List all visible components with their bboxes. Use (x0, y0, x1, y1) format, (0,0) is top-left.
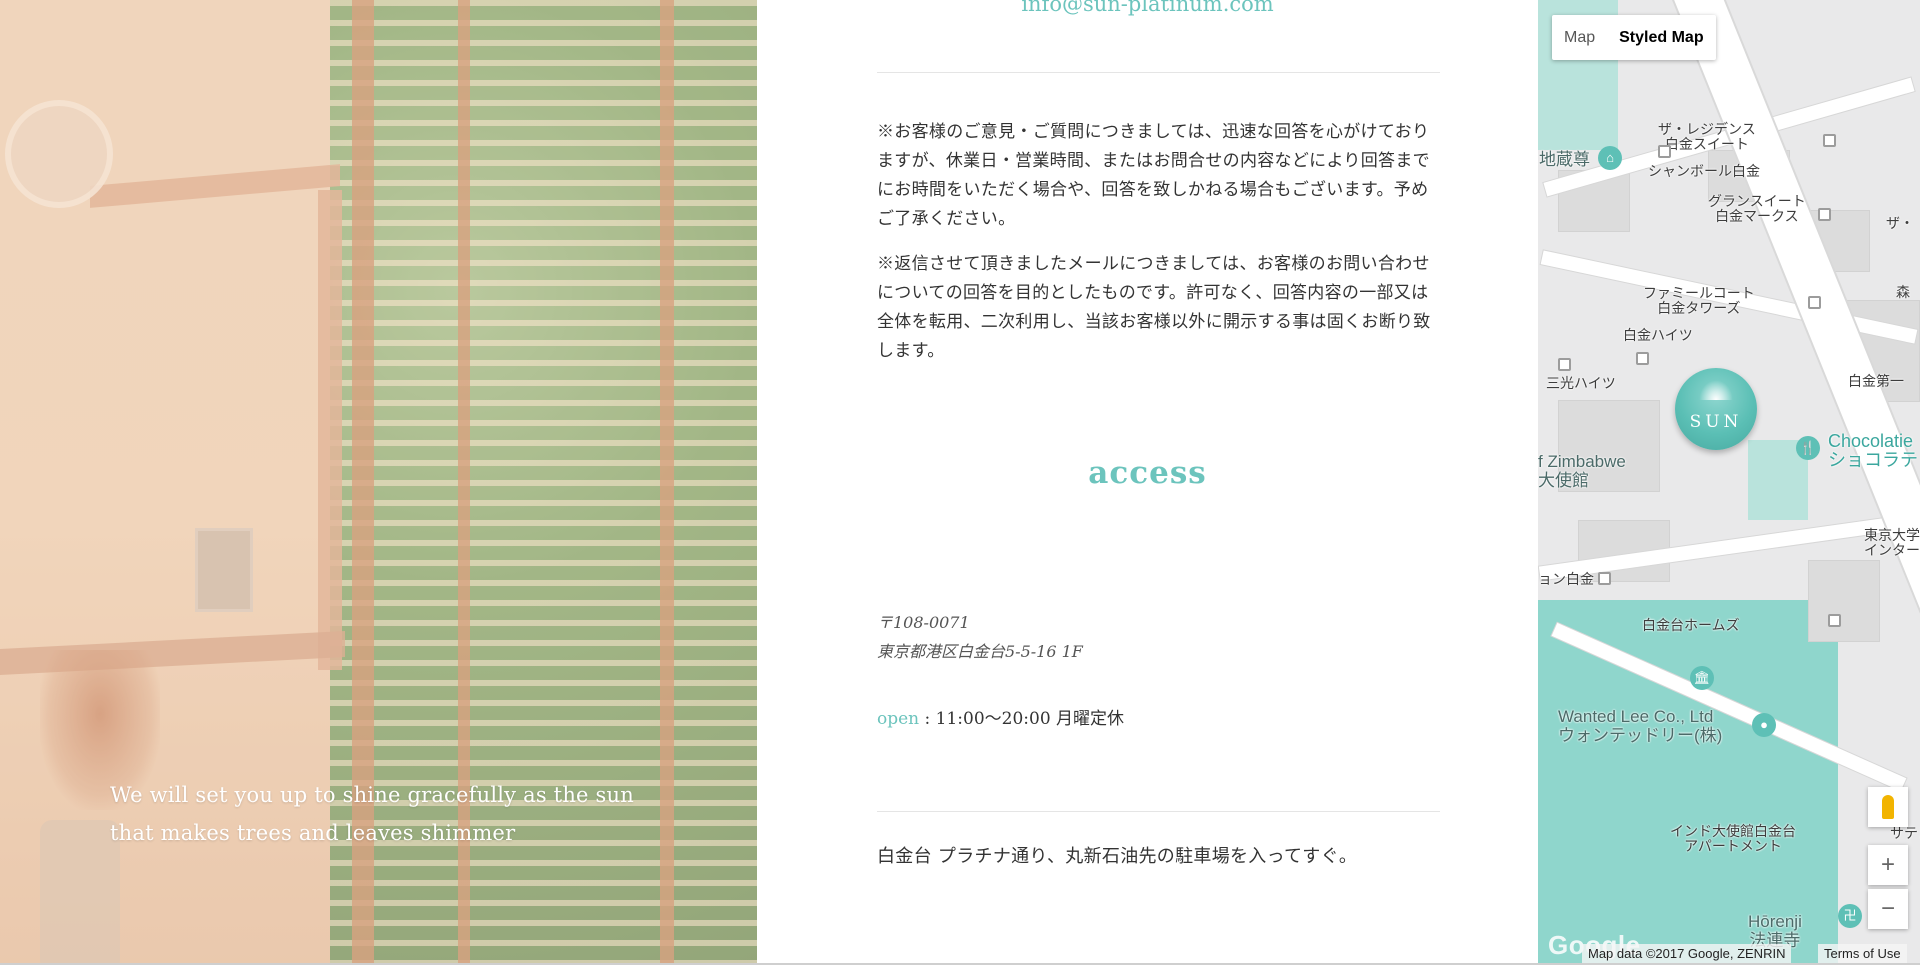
pegman-figure (1882, 795, 1894, 819)
map-poi-dot[interactable] (1636, 352, 1649, 365)
contact-notice-2: ※返信させて頂きましたメールにつきましては、お客様のお問い合わせについての回答を… (877, 254, 1431, 361)
map-footer: Google Map data ©2017 Google, ZENRIN Ter… (1538, 930, 1920, 965)
map-poi-dot[interactable] (1598, 572, 1611, 585)
map-attribution: Map data ©2017 Google, ZENRIN (1582, 944, 1792, 963)
map-label: 森 (1896, 284, 1910, 300)
map-label: ザ・レジデンス 白金スイート (1658, 121, 1756, 152)
business-hours: open : 11:00〜20:00 月曜定休 (877, 704, 1124, 729)
page: We will set you up to shine gracefully a… (0, 0, 1920, 965)
zoom-in-button[interactable]: + (1868, 845, 1908, 885)
sun-marker-text: SUN (1689, 412, 1743, 432)
map-poi-temple[interactable]: ⌂ (1598, 146, 1622, 170)
map-label: Chocolatie ショコラテ (1828, 431, 1918, 470)
map-label: 三光ハイツ (1546, 375, 1616, 391)
postal-code: 〒108-0071 (877, 613, 970, 632)
sun-salon-marker[interactable]: SUN (1675, 368, 1757, 450)
hero-tagline: We will set you up to shine gracefully a… (110, 776, 670, 852)
map-poi-restaurant[interactable]: 🍴 (1796, 436, 1820, 460)
zoom-out-button[interactable]: − (1868, 889, 1908, 929)
contact-notice-1: ※お客様のご意見・ご質問につきましては、迅速な回答を心がけておりますが、休業日・… (877, 122, 1430, 229)
map-poi-dot[interactable] (1658, 145, 1671, 158)
street-view-pegman-icon[interactable] (1868, 787, 1908, 827)
map-label: インド大使館白金台 アパートメント (1670, 823, 1796, 854)
map-poi-dot[interactable] (1818, 208, 1831, 221)
access-directions: 白金台 プラチナ通り、丸新石油先の駐車場を入ってすぐ。 (877, 846, 1358, 867)
map-type-map-button[interactable]: Map (1552, 15, 1607, 60)
map-label: 白金第一 (1848, 373, 1904, 389)
map-poi-museum[interactable]: 🏛 (1690, 666, 1714, 690)
map-label: ザ・ (1886, 215, 1914, 231)
access-address: 〒108-0071 東京都港区白金台5-5-16 1F (877, 608, 1440, 666)
map-label: f Zimbabwe 大使館 (1538, 452, 1626, 490)
google-map[interactable]: ザ・レジデンス 白金スイート 地蔵尊 ⌂ シャンボール白金 グランスイート 白金… (1538, 0, 1920, 965)
map-label: 地蔵尊 (1539, 150, 1590, 169)
map-label: サテン (1890, 825, 1920, 841)
map-block (1808, 560, 1880, 642)
hero-photo: We will set you up to shine gracefully a… (0, 0, 757, 965)
contact-email-link[interactable]: info@sun-platinum.com (757, 0, 1538, 16)
open-hours: : 11:00〜20:00 月曜定休 (919, 709, 1125, 729)
map-poi-temple[interactable]: 卍 (1838, 904, 1862, 928)
map-poi-dot[interactable] (1828, 614, 1841, 627)
map-label: グランスイート 白金マークス (1708, 193, 1806, 224)
street-address: 東京都港区白金台5-5-16 1F (877, 642, 1083, 661)
map-poi-dot[interactable] (1823, 134, 1836, 147)
map-label: 東京大学 インター (1864, 527, 1920, 558)
divider (877, 72, 1440, 73)
map-label: ファミールコート 白金タワーズ (1643, 285, 1755, 316)
access-title: access (1088, 455, 1207, 491)
map-type-styled-button[interactable]: Styled Map (1607, 15, 1715, 60)
map-poi-dot[interactable] (1808, 296, 1821, 309)
map-type-toggle: Map Styled Map (1552, 15, 1716, 60)
map-poi-office[interactable]: ● (1752, 713, 1776, 737)
map-label: 白金ハイツ (1623, 327, 1693, 343)
map-poi-dot[interactable] (1558, 358, 1571, 371)
map-label: シャンボール白金 (1648, 163, 1760, 179)
map-label: 白金台ホームズ (1642, 617, 1740, 633)
hero-tagline-line2: that makes trees and leaves shimmer (110, 821, 516, 845)
hero-tagline-line1: We will set you up to shine gracefully a… (110, 783, 634, 807)
sun-rays-icon (1699, 380, 1733, 400)
map-label: Wanted Lee Co., Ltd ウォンテッドリー(株) (1558, 707, 1723, 745)
map-label: ョン白金 (1538, 571, 1594, 587)
contact-access-section: info@sun-platinum.com ※お客様のご意見・ご質問につきまして… (757, 0, 1538, 965)
map-water-area (1538, 600, 1838, 965)
divider (877, 811, 1440, 812)
open-label: open (877, 709, 920, 729)
terms-of-use-link[interactable]: Terms of Use (1818, 944, 1907, 963)
